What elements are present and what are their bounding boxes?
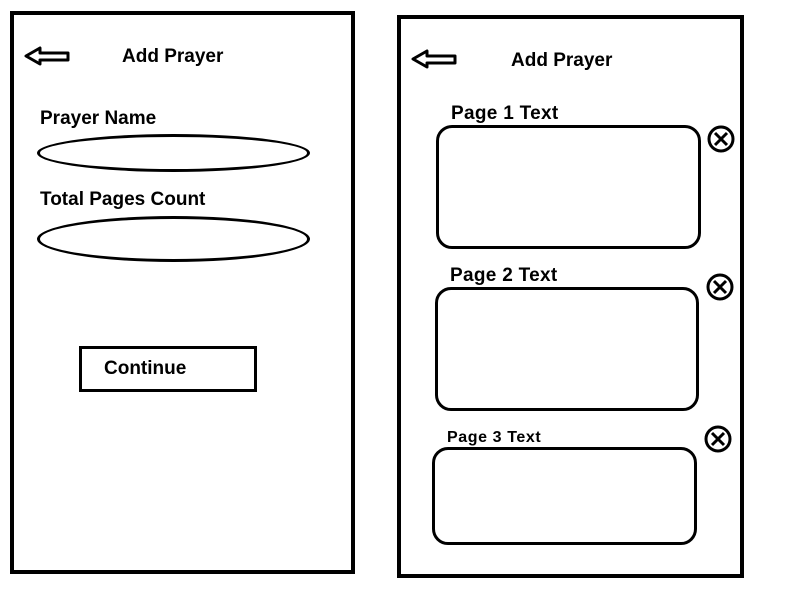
page-title: Add Prayer [122,46,224,67]
page-2-text-area[interactable] [435,287,699,411]
page-title: Add Prayer [511,50,613,71]
page-1-text-area[interactable] [436,125,701,249]
total-pages-count-label: Total Pages Count [40,189,206,210]
prayer-name-input[interactable] [37,134,310,172]
total-pages-count-input[interactable] [37,216,310,262]
circle-x-icon[interactable] [706,273,734,301]
page-2-label: Page 2 Text [450,265,558,286]
page-3-label: Page 3 Text [447,429,542,446]
back-arrow-icon[interactable] [24,45,72,67]
back-arrow-icon[interactable] [411,48,459,70]
page-3-text-area[interactable] [432,447,697,545]
prayer-name-label: Prayer Name [40,108,157,129]
add-prayer-pages-screen: Add Prayer Page 1 Text Page 2 Text Page … [397,15,744,578]
add-prayer-form-screen: Add Prayer Prayer Name Total Pages Count… [10,11,355,574]
page-1-label: Page 1 Text [451,103,559,124]
continue-button[interactable]: Continue [79,346,257,392]
circle-x-icon[interactable] [707,125,735,153]
circle-x-icon[interactable] [704,425,732,453]
